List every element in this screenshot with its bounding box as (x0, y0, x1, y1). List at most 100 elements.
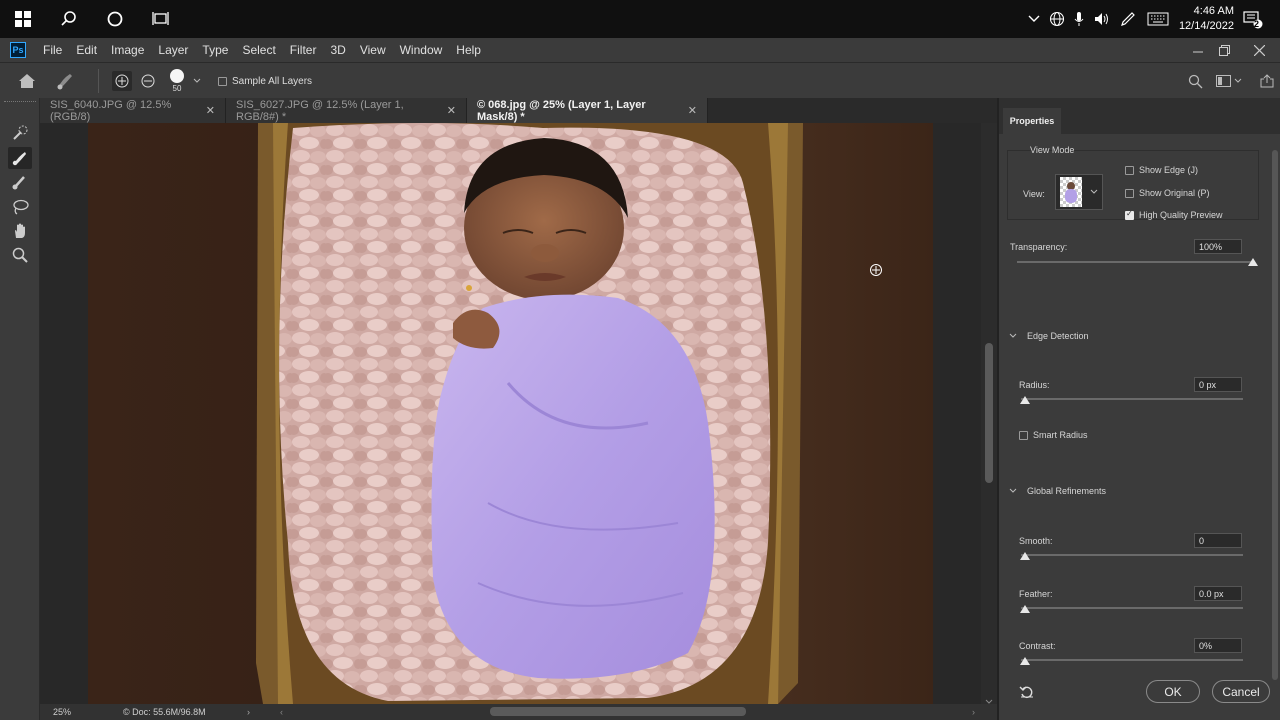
subtract-from-selection-icon[interactable] (141, 63, 155, 99)
windows-taskbar: 4:46 AM 12/14/2022 2 (0, 0, 1280, 38)
status-chevron-icon[interactable]: › (247, 707, 250, 717)
view-mode-dropdown[interactable] (1055, 174, 1103, 210)
refine-brush-preset-icon[interactable] (54, 63, 78, 99)
show-edge-box[interactable] (1125, 166, 1134, 176)
zoom-level[interactable]: 25% (53, 707, 123, 717)
menu-file[interactable]: File (36, 43, 69, 57)
high-quality-preview-box[interactable] (1125, 209, 1134, 221)
brush-tool-icon[interactable] (8, 171, 32, 193)
contrast-slider-track[interactable] (1021, 659, 1243, 661)
sample-all-layers-box[interactable] (218, 76, 227, 86)
smart-radius-box[interactable] (1019, 431, 1028, 441)
brush-dropdown-chevron-icon[interactable] (193, 63, 201, 99)
horizontal-scroll-thumb[interactable] (490, 707, 746, 716)
close-tab-icon[interactable]: ✕ (206, 104, 215, 117)
feather-field[interactable]: 0.0 px (1194, 586, 1242, 601)
menu-edit[interactable]: Edit (69, 43, 104, 57)
radius-field[interactable]: 0 px (1194, 377, 1242, 392)
panel-scroll-thumb[interactable] (1272, 150, 1278, 680)
tab-sis-6040[interactable]: SIS_6040.JPG @ 12.5% (RGB/8) ✕ (40, 98, 226, 123)
tab-label: SIS_6040.JPG @ 12.5% (RGB/8) (50, 98, 172, 123)
global-refinements-header[interactable]: Global Refinements (1009, 486, 1106, 496)
radius-slider-knob[interactable] (1020, 396, 1030, 404)
menu-image[interactable]: Image (104, 43, 151, 57)
cancel-button[interactable]: Cancel (1212, 680, 1270, 703)
smooth-slider-knob[interactable] (1020, 552, 1030, 560)
restore-button[interactable] (1209, 38, 1239, 62)
menu-filter[interactable]: Filter (283, 43, 324, 57)
panel-scrollbar[interactable] (1256, 134, 1280, 720)
vertical-scroll-thumb[interactable] (985, 343, 993, 483)
menu-view[interactable]: View (353, 43, 393, 57)
workspace-icon[interactable] (1216, 63, 1242, 99)
smart-radius-checkbox[interactable]: Smart Radius (1019, 430, 1088, 441)
brush-size-picker[interactable]: 50 (170, 63, 184, 99)
close-tab-icon[interactable]: ✕ (447, 104, 456, 117)
scroll-left-arrow-icon[interactable]: ‹ (280, 707, 283, 717)
volume-icon[interactable] (1094, 0, 1110, 38)
cortana-icon[interactable] (92, 0, 138, 38)
close-window-button[interactable] (1244, 38, 1274, 62)
document-canvas[interactable] (40, 123, 981, 704)
microphone-icon[interactable] (1073, 0, 1085, 38)
contrast-field[interactable]: 0% (1194, 638, 1242, 653)
home-icon[interactable] (18, 63, 36, 99)
tools-panel (0, 98, 40, 720)
tab-properties[interactable]: Properties (1003, 108, 1061, 134)
contrast-slider-knob[interactable] (1020, 657, 1030, 665)
menu-type[interactable]: Type (195, 43, 235, 57)
pen-icon[interactable] (1120, 0, 1136, 38)
feather-slider-track[interactable] (1021, 607, 1243, 609)
ok-button[interactable]: OK (1146, 680, 1200, 703)
menu-select[interactable]: Select (235, 43, 282, 57)
scroll-down-arrow-icon[interactable] (985, 692, 993, 704)
tab-sis-6027[interactable]: SIS_6027.JPG @ 12.5% (Layer 1, RGB/8#) *… (226, 98, 467, 123)
search-icon[interactable] (1188, 63, 1203, 99)
transparency-field[interactable]: 100% (1194, 239, 1242, 254)
menu-window[interactable]: Window (393, 43, 450, 57)
status-bar: 25% © Doc: 55.6M/96.8M › ‹ › (40, 704, 997, 720)
close-tab-icon[interactable]: ✕ (688, 104, 697, 117)
document-tabs: SIS_6040.JPG @ 12.5% (RGB/8) ✕ SIS_6027.… (40, 98, 997, 123)
feather-slider-knob[interactable] (1020, 605, 1030, 613)
edge-detection-header[interactable]: Edge Detection (1009, 331, 1089, 341)
smooth-field[interactable]: 0 (1194, 533, 1242, 548)
sample-all-layers-checkbox[interactable]: Sample All Layers (218, 63, 312, 99)
windows-start-icon[interactable] (0, 0, 46, 38)
system-clock[interactable]: 4:46 AM 12/14/2022 (1154, 4, 1234, 34)
refine-edge-brush-tool-icon[interactable] (8, 147, 32, 169)
menu-layer[interactable]: Layer (151, 43, 195, 57)
collapse-chevron-icon (1009, 333, 1017, 338)
notification-center-icon[interactable]: 2 (1243, 0, 1263, 38)
transparency-slider-knob[interactable] (1248, 258, 1258, 266)
reset-icon[interactable] (1019, 685, 1035, 701)
show-original-box[interactable] (1125, 189, 1134, 199)
transparency-slider-track[interactable] (1017, 261, 1254, 263)
show-edge-checkbox[interactable]: Show Edge (J) (1125, 165, 1198, 176)
tab-068-jpg[interactable]: © 068.jpg @ 25% (Layer 1, Layer Mask/8) … (467, 98, 708, 123)
task-view-icon[interactable] (138, 0, 184, 38)
radius-slider-track[interactable] (1021, 398, 1243, 400)
menu-help[interactable]: Help (449, 43, 488, 57)
show-original-checkbox[interactable]: Show Original (P) (1125, 188, 1210, 199)
lasso-tool-icon[interactable] (8, 196, 32, 218)
search-icon[interactable] (46, 0, 92, 38)
menu-3d[interactable]: 3D (323, 43, 352, 57)
edge-detection-label: Edge Detection (1027, 331, 1089, 341)
canvas-vertical-scrollbar[interactable] (981, 123, 997, 704)
radius-label: Radius: (1019, 380, 1050, 390)
zoom-tool-icon[interactable] (8, 244, 32, 266)
high-quality-preview-checkbox[interactable]: High Quality Preview (1125, 209, 1223, 221)
hand-tool-icon[interactable] (8, 220, 32, 242)
share-icon[interactable] (1260, 63, 1274, 99)
toolbar-grip[interactable] (4, 101, 36, 104)
tab-label: SIS_6027.JPG @ 12.5% (Layer 1, RGB/8#) * (236, 98, 404, 123)
add-to-selection-icon[interactable] (112, 63, 132, 99)
screen: 4:46 AM 12/14/2022 2 Ps File Edit Image … (0, 0, 1280, 720)
scroll-right-arrow-icon[interactable]: › (972, 707, 975, 717)
smooth-slider-track[interactable] (1021, 554, 1243, 556)
smooth-label: Smooth: (1019, 536, 1053, 546)
quick-selection-tool-icon[interactable] (8, 122, 32, 144)
network-globe-icon[interactable] (1049, 0, 1065, 38)
tray-chevron-icon[interactable] (1028, 0, 1040, 38)
